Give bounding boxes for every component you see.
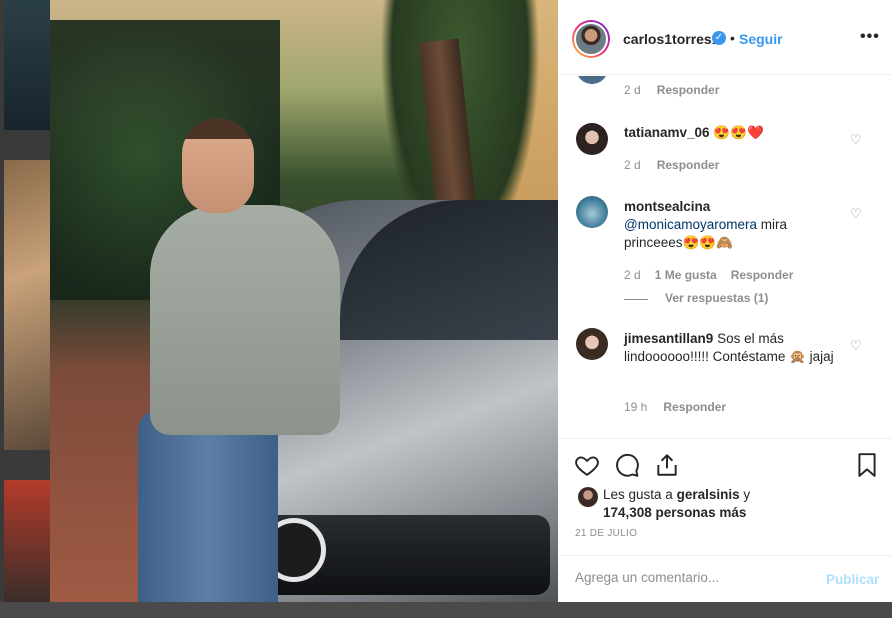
comment-body: jimesantillan9 Sos el más lindoooooo!!!!… xyxy=(624,330,849,366)
comment-meta: 19 h Responder xyxy=(624,400,726,414)
liker-username[interactable]: geralsinis xyxy=(677,487,740,502)
likes-prefix: Les gusta a xyxy=(603,487,673,502)
comment-mention[interactable]: @monicamoyaromera xyxy=(624,217,757,232)
likes-summary: Les gusta a geralsinis y 174,308 persona… xyxy=(603,486,750,522)
separator-dot: • xyxy=(730,30,735,46)
post-side-panel: carlos1torres1 ✓ • Seguir ••• 2 d Respond… xyxy=(558,0,892,602)
comment-time[interactable]: 19 h xyxy=(624,400,647,414)
more-options-icon[interactable]: ••• xyxy=(860,28,880,46)
reply-button[interactable]: Responder xyxy=(657,158,720,172)
comment-like-heart-icon[interactable]: ♡ xyxy=(850,338,864,353)
reply-line-divider xyxy=(624,299,648,300)
background-thumbnail xyxy=(4,480,50,602)
post-actions: Les gusta a geralsinis y 174,308 persona… xyxy=(558,438,892,618)
background-feed-strip xyxy=(0,0,50,602)
comment-username[interactable]: tatianamv_06 xyxy=(624,125,710,140)
comment-avatar[interactable] xyxy=(576,196,608,228)
bookmark-icon[interactable] xyxy=(854,452,880,478)
comment-meta: 2 d Responder xyxy=(624,158,719,172)
photo-person-body xyxy=(150,205,340,435)
reply-button[interactable]: Responder xyxy=(657,83,720,97)
comment-like-heart-icon[interactable]: ♡ xyxy=(850,132,864,147)
comment-likes-count[interactable]: 1 Me gusta xyxy=(655,268,717,282)
likes-conjunction: y xyxy=(743,487,751,502)
comment-icon[interactable] xyxy=(614,452,640,478)
comment-avatar[interactable] xyxy=(576,123,608,155)
photo-person-head xyxy=(182,118,254,213)
comments-list[interactable]: 2 d Responder tatianamv_06 😍😍❤️ ♡ 2 d Resp… xyxy=(558,76,892,438)
comment-time[interactable]: 2 d xyxy=(624,268,641,282)
photo-person-legs xyxy=(138,410,278,602)
comment-avatar[interactable] xyxy=(576,76,608,84)
background-thumbnail xyxy=(4,0,50,130)
post-photo[interactable] xyxy=(50,0,558,602)
comment-meta: 2 d Responder xyxy=(624,83,719,97)
reply-button[interactable]: Responder xyxy=(663,400,726,414)
comment-body: montsealcina @monicamoyaromera mira prin… xyxy=(624,198,834,252)
comment-username[interactable]: jimesantillan9 xyxy=(624,331,713,346)
author-username[interactable]: carlos1torres1 xyxy=(623,31,720,47)
view-replies-button[interactable]: Ver respuestas (1) xyxy=(665,291,768,305)
author-avatar[interactable] xyxy=(572,20,610,58)
comment-avatar[interactable] xyxy=(576,328,608,360)
publish-button[interactable]: Publicar xyxy=(826,572,879,587)
follow-button[interactable]: Seguir xyxy=(739,31,783,47)
verified-badge-icon: ✓ xyxy=(712,31,726,45)
post-date[interactable]: 21 DE JULIO xyxy=(575,528,637,539)
comment-time[interactable]: 2 d xyxy=(624,158,641,172)
comment-username[interactable]: montsealcina xyxy=(624,199,710,214)
comment-bar: Publicar xyxy=(558,555,892,603)
heart-icon[interactable] xyxy=(574,452,600,478)
comment-body: tatianamv_06 😍😍❤️ xyxy=(624,124,834,142)
comment-like-heart-icon[interactable]: ♡ xyxy=(850,206,864,221)
comment-text: 😍😍❤️ xyxy=(713,125,764,140)
post-header: carlos1torres1 ✓ • Seguir ••• xyxy=(558,0,892,75)
liker-avatar[interactable] xyxy=(578,487,598,507)
background-thumbnail xyxy=(4,160,50,450)
comment-meta: 2 d 1 Me gusta Responder xyxy=(624,268,793,282)
share-icon[interactable] xyxy=(654,452,680,478)
comment-time[interactable]: 2 d xyxy=(624,83,641,97)
comment-input[interactable] xyxy=(575,570,795,585)
likes-count[interactable]: 174,308 personas más xyxy=(603,505,746,520)
reply-button[interactable]: Responder xyxy=(731,268,794,282)
